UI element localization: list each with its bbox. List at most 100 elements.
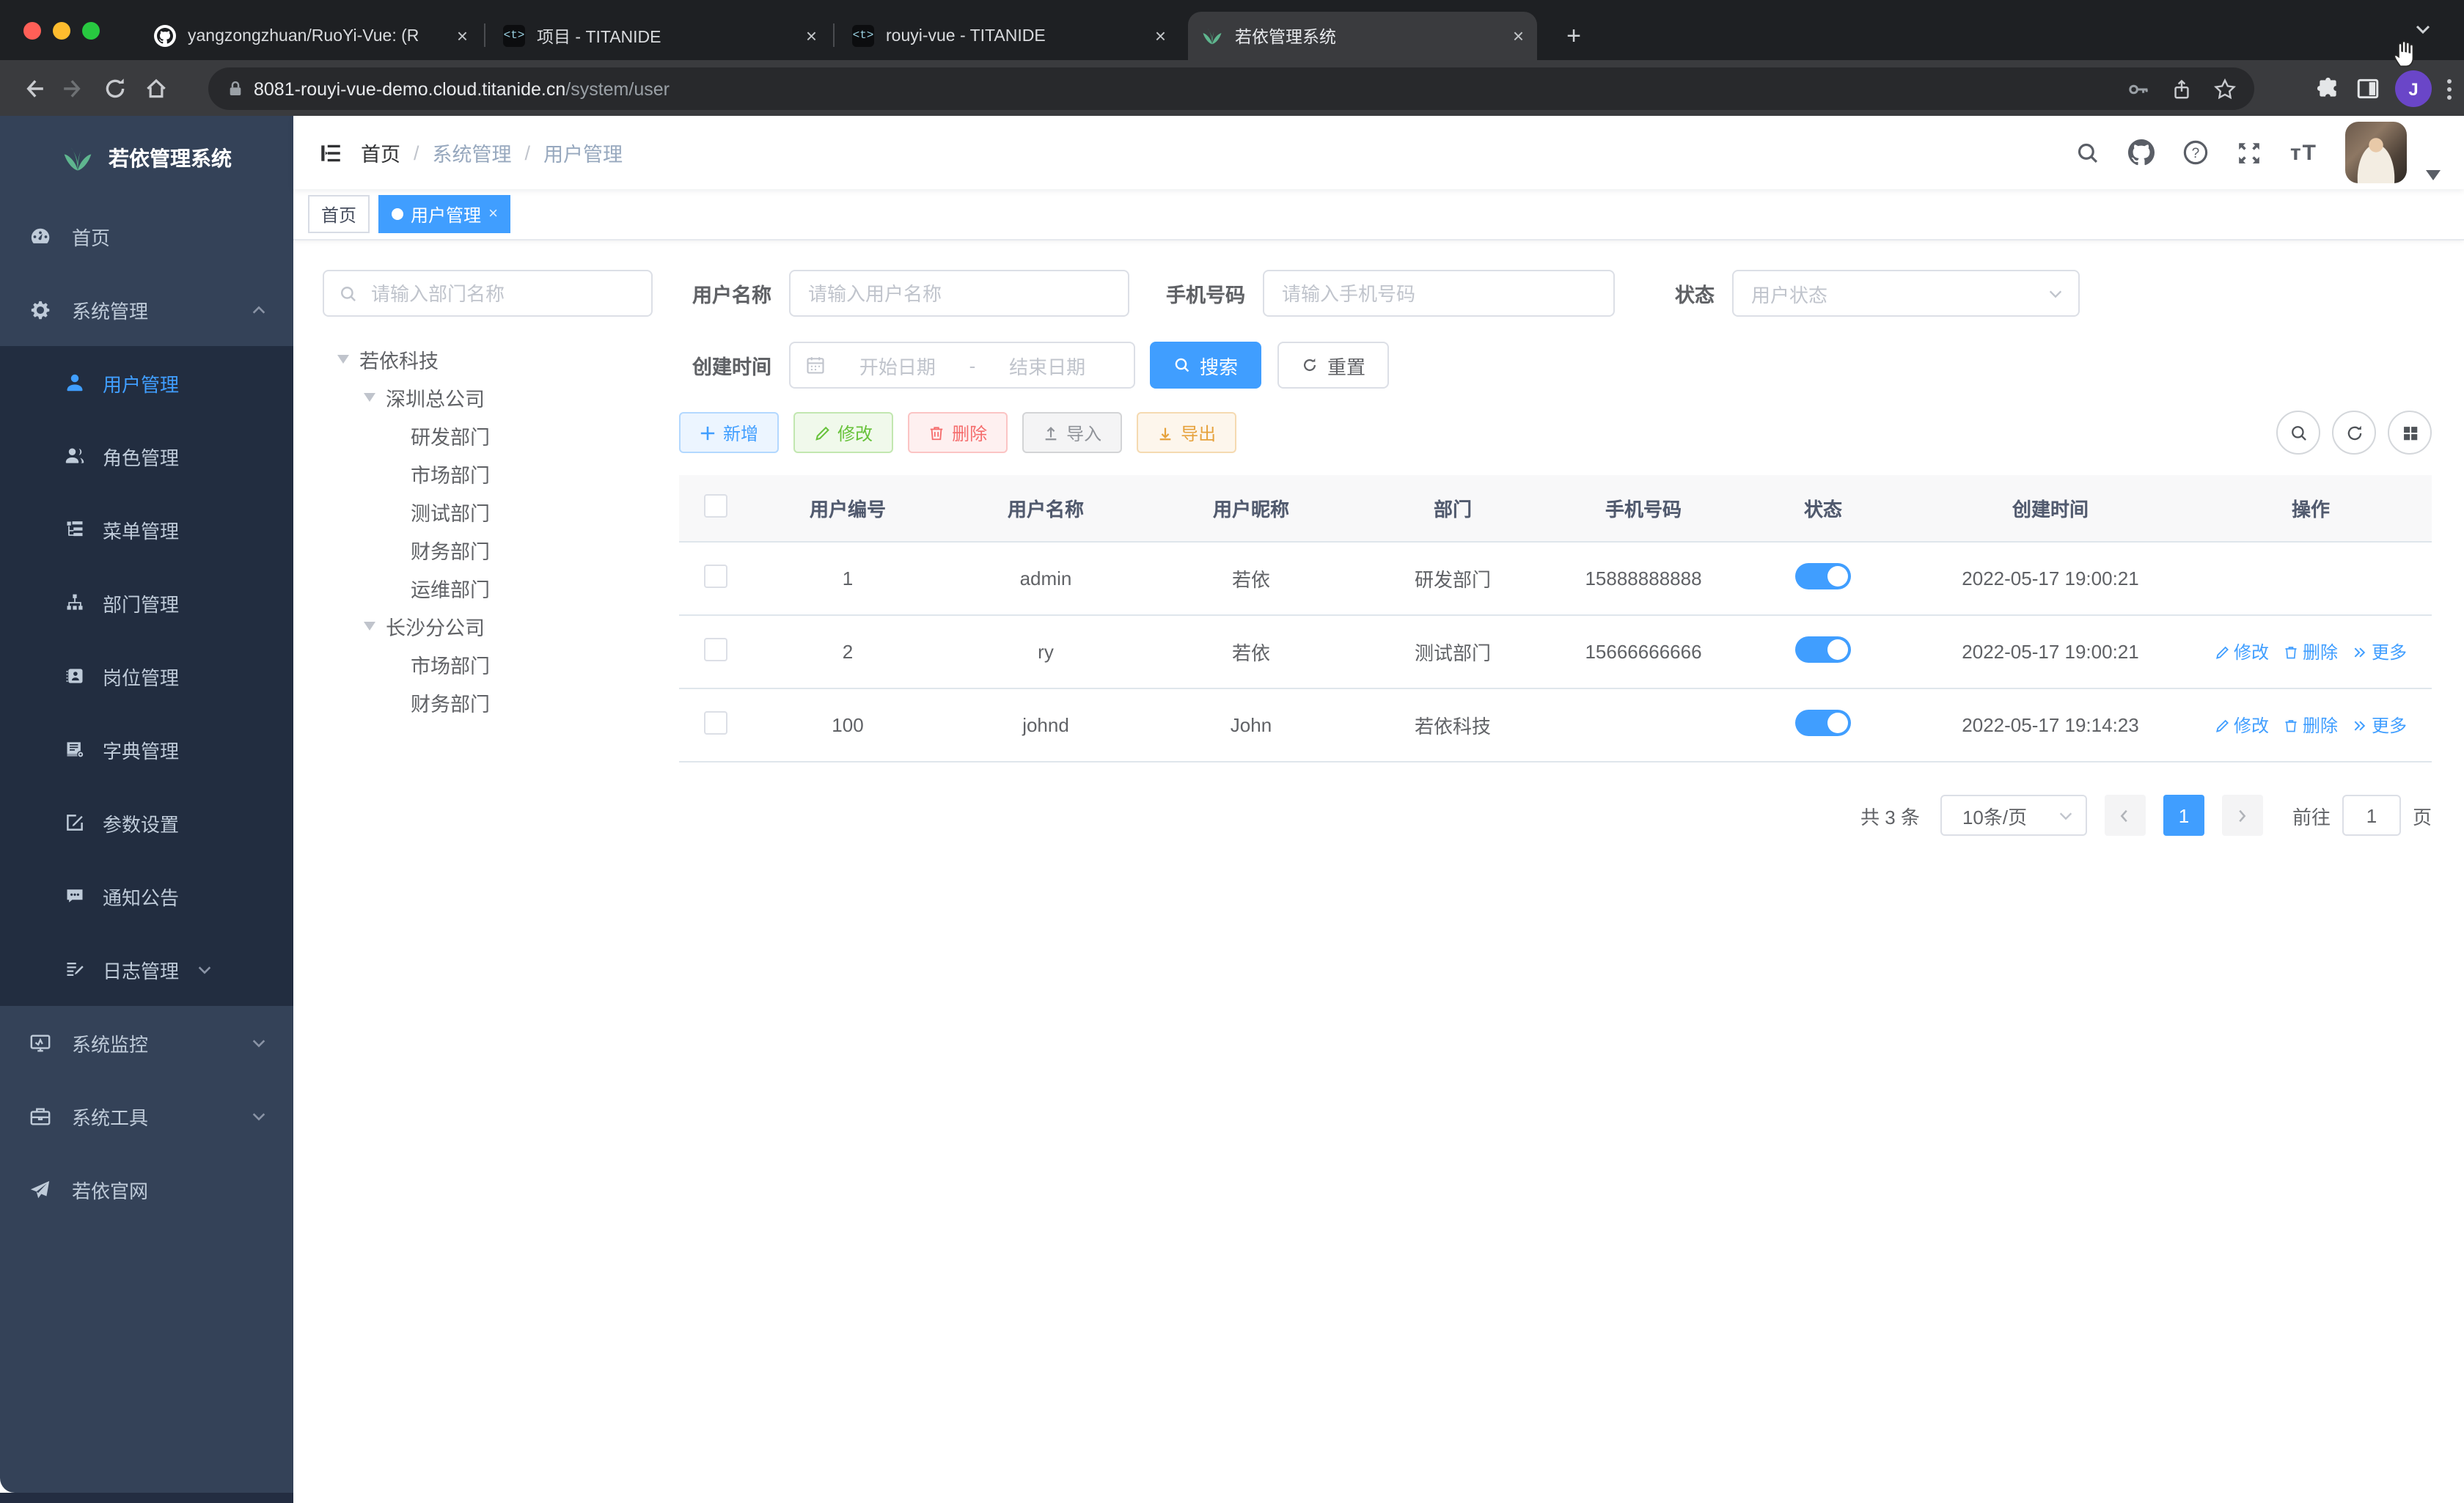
sidebar-item-system-monitor[interactable]: 系统监控 <box>0 1006 293 1079</box>
select-all-checkbox[interactable] <box>704 494 727 518</box>
date-range-picker[interactable]: 开始日期 - 结束日期 <box>789 342 1135 389</box>
tree-node[interactable]: 市场部门 <box>323 645 653 683</box>
dept-search-box[interactable] <box>323 270 653 317</box>
forward-icon[interactable] <box>53 67 94 109</box>
sidebar-item-system-management[interactable]: 系统管理 <box>0 273 293 346</box>
row-edit-link[interactable]: 修改 <box>2215 713 2269 738</box>
browser-profile-avatar[interactable]: J <box>2395 70 2432 107</box>
reset-button[interactable]: 重置 <box>1277 342 1390 389</box>
table-row[interactable]: 1 admin 若依 研发部门 15888888888 2022-05-17 1… <box>679 542 2432 616</box>
sidebar-item-notice-announcement[interactable]: 通知公告 <box>0 859 293 933</box>
status-toggle[interactable] <box>1795 563 1851 589</box>
row-checkbox[interactable] <box>704 638 727 661</box>
page-size-select[interactable]: 10条/页 <box>1940 795 2087 836</box>
next-page-button[interactable] <box>2221 795 2263 836</box>
bookmark-star-icon[interactable] <box>2213 77 2237 100</box>
address-bar[interactable]: 8081-rouyi-vue-demo.cloud.titanide.cn/sy… <box>208 67 2254 110</box>
share-icon[interactable] <box>2171 77 2193 100</box>
search-button[interactable]: 搜索 <box>1150 342 1262 389</box>
status-toggle[interactable] <box>1795 710 1851 736</box>
column-header[interactable]: 用户名称 <box>943 475 1148 543</box>
github-source-icon[interactable] <box>2128 139 2155 166</box>
column-header[interactable]: 手机号码 <box>1552 475 1735 543</box>
tree-node[interactable]: 研发部门 <box>323 416 653 455</box>
header-search-icon[interactable] <box>2076 140 2101 165</box>
fullscreen-icon[interactable] <box>2237 140 2262 165</box>
row-checkbox[interactable] <box>704 565 727 588</box>
add-button[interactable]: 新增 <box>679 412 780 453</box>
font-size-icon[interactable]: тT <box>2290 140 2317 165</box>
close-window-button[interactable] <box>23 22 41 40</box>
browser-tab-active-ruoyi[interactable]: 若依管理系统 × <box>1188 12 1537 60</box>
table-row[interactable]: 2 ry 若依 测试部门 15666666666 2022-05-17 19:0… <box>679 615 2432 689</box>
refresh-circle-button[interactable] <box>2332 411 2376 455</box>
browser-tab-titanide-project[interactable]: <t> 项目 - TITANIDE × <box>490 12 830 60</box>
sidebar-toggle-icon[interactable] <box>311 133 349 172</box>
tree-node[interactable]: 长沙分公司 <box>323 607 653 645</box>
passwords-key-icon[interactable] <box>2127 77 2150 100</box>
delete-button[interactable]: 删除 <box>908 412 1008 453</box>
tag-home[interactable]: 首页 <box>308 195 370 233</box>
tree-node[interactable]: 若依科技 <box>323 340 653 378</box>
row-checkbox[interactable] <box>704 711 727 735</box>
sidebar-item-home[interactable]: 首页 <box>0 199 293 273</box>
tree-node[interactable]: 深圳总公司 <box>323 378 653 416</box>
tree-node[interactable]: 财务部门 <box>323 531 653 569</box>
toggle-search-circle-button[interactable] <box>2276 411 2320 455</box>
browser-tab-github[interactable]: yangzongzhuan/RuoYi-Vue: (R × <box>141 12 481 60</box>
sidebar-item-log-management[interactable]: 日志管理 <box>0 933 293 1006</box>
browser-menu-dots-icon[interactable] <box>2446 77 2452 100</box>
import-button[interactable]: 导入 <box>1022 412 1123 453</box>
sidebar-item-dept-management[interactable]: 部门管理 <box>0 566 293 639</box>
tab-close-icon[interactable]: × <box>1155 25 1166 47</box>
maximize-window-button[interactable] <box>82 22 100 40</box>
username-input[interactable] <box>789 270 1129 317</box>
column-header[interactable]: 部门 <box>1354 475 1552 543</box>
row-delete-link[interactable]: 删除 <box>2284 713 2338 738</box>
column-header[interactable]: 操作 <box>2190 475 2432 543</box>
edit-button[interactable]: 修改 <box>793 412 894 453</box>
phone-input[interactable] <box>1263 270 1615 317</box>
tab-close-icon[interactable]: × <box>457 25 468 47</box>
help-question-icon[interactable]: ? <box>2183 139 2210 166</box>
current-page-button[interactable]: 1 <box>2163 795 2204 836</box>
table-row[interactable]: 100 johnd John 若依科技 2022-05-17 19:14:23 … <box>679 688 2432 762</box>
extensions-puzzle-icon[interactable] <box>2316 76 2341 101</box>
home-icon[interactable] <box>135 67 176 109</box>
goto-page-input[interactable] <box>2342 795 2401 836</box>
sidebar-item-parameter-settings[interactable]: 参数设置 <box>0 786 293 859</box>
row-edit-link[interactable]: 修改 <box>2215 639 2269 664</box>
tag-close-icon[interactable]: × <box>488 205 498 223</box>
tree-node[interactable]: 测试部门 <box>323 493 653 531</box>
tree-node[interactable]: 市场部门 <box>323 455 653 493</box>
back-icon[interactable] <box>12 67 53 109</box>
tree-caret-icon[interactable] <box>364 393 375 402</box>
sidebar-item-menu-management[interactable]: 菜单管理 <box>0 493 293 566</box>
column-header[interactable]: 创建时间 <box>1911 475 2190 543</box>
date-start-placeholder[interactable]: 开始日期 <box>826 351 969 379</box>
row-more-link[interactable]: 更多 <box>2353 639 2407 664</box>
app-logo[interactable]: 若依管理系统 <box>0 116 293 199</box>
sidebar-item-system-tools[interactable]: 系统工具 <box>0 1079 293 1153</box>
tab-close-icon[interactable]: × <box>1513 25 1524 47</box>
minimize-window-button[interactable] <box>53 22 70 40</box>
side-panel-icon[interactable] <box>2355 76 2380 101</box>
sidebar-item-ruoyi-website[interactable]: 若依官网 <box>0 1153 293 1226</box>
breadcrumb-home[interactable]: 首页 <box>361 138 400 167</box>
browser-tab-rouyi-vue[interactable]: <t> rouyi-vue - TITANIDE × <box>839 12 1179 60</box>
date-end-placeholder[interactable]: 结束日期 <box>975 351 1119 379</box>
new-tab-button[interactable]: + <box>1555 18 1593 56</box>
sidebar-item-dict-management[interactable]: 字典管理 <box>0 713 293 786</box>
status-toggle[interactable] <box>1795 636 1851 663</box>
tree-node[interactable]: 财务部门 <box>323 683 653 721</box>
tree-caret-icon[interactable] <box>337 355 349 364</box>
tag-user-management[interactable]: 用户管理 × <box>378 195 511 233</box>
row-delete-link[interactable]: 删除 <box>2284 639 2338 664</box>
column-header[interactable]: 状态 <box>1735 475 1911 543</box>
sidebar-item-user-management[interactable]: 用户管理 <box>0 346 293 419</box>
avatar-caret-down-icon[interactable] <box>2426 169 2441 180</box>
row-more-link[interactable]: 更多 <box>2353 713 2407 738</box>
dept-search-input[interactable] <box>368 281 637 306</box>
sidebar-item-post-management[interactable]: 岗位管理 <box>0 639 293 713</box>
tree-node[interactable]: 运维部门 <box>323 569 653 607</box>
